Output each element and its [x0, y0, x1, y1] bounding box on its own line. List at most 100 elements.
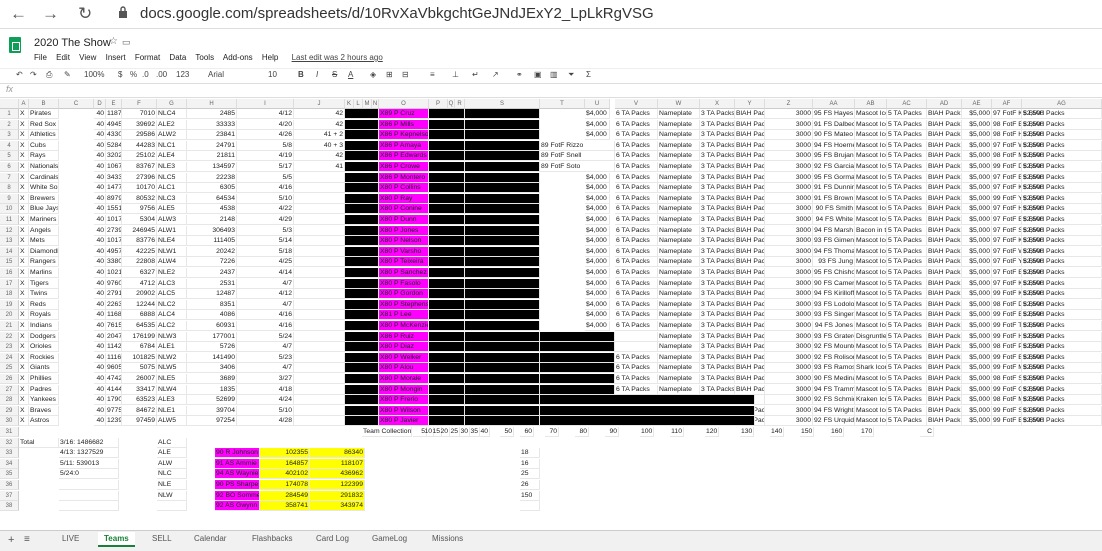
cell[interactable]: X80 P Dunn — [379, 215, 429, 225]
cell[interactable]: 93 FS Singer — [813, 310, 855, 321]
cell[interactable]: NLE3 — [157, 162, 187, 172]
cell[interactable]: 3000 — [765, 342, 813, 353]
cell[interactable]: X — [19, 363, 29, 374]
cell[interactable]: 2148 — [187, 215, 237, 225]
filled-cell[interactable] — [345, 172, 379, 183]
cell[interactable]: Nameplate — [658, 342, 700, 353]
cell[interactable]: 6 TA Packs — [615, 321, 658, 331]
menu-insert[interactable]: Insert — [106, 53, 126, 62]
cell[interactable]: 91 FS Dalbec — [813, 119, 855, 130]
cell[interactable]: 3 TA Packs — [700, 130, 735, 141]
cell[interactable]: $5,000 — [962, 193, 992, 204]
filled-cell[interactable] — [540, 395, 755, 406]
cell[interactable]: 3000 — [765, 395, 813, 406]
cell[interactable]: 42 — [294, 109, 345, 119]
cell[interactable]: 5 BlAH Packs — [1022, 246, 1102, 257]
filled-cell[interactable] — [429, 363, 465, 374]
cell[interactable]: 3000 — [765, 119, 813, 130]
cell[interactable]: 3000 — [765, 299, 813, 310]
cell[interactable]: 5 BlAH Packs — [1022, 321, 1102, 331]
cell[interactable]: 3 TA Packs — [700, 363, 735, 374]
cell[interactable]: 5 BlAH Packs — [1022, 151, 1102, 162]
cell[interactable]: 5 TA Packs — [887, 405, 927, 416]
filled-cell[interactable] — [429, 204, 465, 215]
cell[interactable]: X — [19, 278, 29, 289]
cell[interactable]: 97 FotF Kaline — [992, 278, 1022, 289]
cell[interactable]: BlAH Pack — [735, 289, 765, 300]
cell[interactable]: 5 BlAH Packs — [1022, 342, 1102, 353]
cell[interactable]: 89 FotF Snell — [540, 151, 615, 162]
cell[interactable]: 6305 — [187, 183, 237, 194]
filled-cell[interactable] — [345, 140, 379, 151]
cell[interactable]: $5,000 — [962, 109, 992, 119]
cell[interactable]: 5 TA Packs — [887, 109, 927, 119]
cell[interactable]: 5 TA Packs — [887, 352, 927, 363]
cell[interactable]: 97 FotF Brock — [992, 172, 1022, 183]
cell[interactable]: $5,000 — [962, 289, 992, 300]
cell[interactable]: 97 FotF Wood — [992, 140, 1022, 151]
column-header[interactable]: E — [106, 99, 122, 109]
row-header[interactable]: 31 — [0, 427, 19, 437]
cell[interactable]: 3 TA Packs — [700, 321, 735, 331]
cell[interactable]: X — [19, 204, 29, 215]
cell[interactable]: BlAH Pack — [927, 151, 962, 162]
cell[interactable]: Pirates — [29, 109, 59, 119]
division-label[interactable]: NLC — [157, 469, 187, 480]
cell[interactable]: Mascot Icon — [855, 193, 887, 204]
cell[interactable]: 91 AS Ammie — [215, 458, 260, 469]
menu-file[interactable]: File — [34, 53, 47, 62]
row-header[interactable]: 37 — [0, 490, 19, 501]
cell[interactable]: BlAH Pack — [927, 289, 962, 300]
row-header[interactable]: 20 — [0, 310, 19, 321]
cell[interactable]: 6 TA Packs — [615, 268, 658, 278]
cell[interactable] — [294, 225, 345, 236]
filled-cell[interactable] — [429, 342, 465, 353]
cell[interactable]: 5 TA Packs — [887, 225, 927, 236]
cell[interactable]: 5 TA Packs — [887, 183, 927, 194]
row-header[interactable]: 30 — [0, 416, 19, 427]
cell[interactable] — [294, 299, 345, 310]
column-header[interactable]: G — [157, 99, 187, 109]
row-header[interactable]: 27 — [0, 384, 19, 395]
cell[interactable]: 40 — [94, 310, 106, 321]
cell[interactable]: NLE1 — [157, 405, 187, 416]
cell[interactable]: 94 FS Thomas — [813, 246, 855, 257]
filled-cell[interactable] — [345, 246, 379, 257]
cell[interactable]: X86 P Kepnelson — [379, 130, 429, 141]
cell[interactable]: 5 TA Packs — [887, 278, 927, 289]
column-header[interactable]: N — [372, 99, 379, 109]
cell[interactable]: Nameplate — [658, 151, 700, 162]
cell[interactable]: Marlins — [29, 268, 59, 278]
filled-cell[interactable] — [345, 162, 379, 172]
filled-cell[interactable] — [345, 278, 379, 289]
cell[interactable]: BlAH Pack — [735, 172, 765, 183]
cell[interactable]: 11874 — [106, 109, 122, 119]
cell[interactable]: 5075 — [122, 363, 157, 374]
cell[interactable]: BlAH Pack — [735, 246, 765, 257]
cell[interactable]: $5,000 — [962, 405, 992, 416]
cell[interactable]: 4/19 — [237, 151, 294, 162]
cell[interactable]: Nameplate — [658, 268, 700, 278]
back-icon[interactable]: ← — [10, 4, 27, 24]
cell[interactable]: 64535 — [122, 321, 157, 331]
cell[interactable]: 6 TA Packs — [615, 162, 658, 172]
cell[interactable]: 5 TA Packs — [887, 151, 927, 162]
cell[interactable] — [294, 246, 345, 257]
cell[interactable]: Mascot Icon — [855, 140, 887, 151]
filled-cell[interactable] — [429, 405, 465, 416]
collection-milestone[interactable]: 90 — [605, 427, 619, 437]
cell[interactable]: X80 P Varsho — [379, 246, 429, 257]
cell[interactable] — [294, 405, 345, 416]
cell[interactable]: 33417 — [122, 384, 157, 395]
filled-cell[interactable] — [429, 236, 465, 247]
cell[interactable]: 99 FotF Hershiser — [992, 331, 1022, 342]
cell[interactable]: 3000 — [765, 257, 813, 268]
cell[interactable]: X80 P Fasolo — [379, 278, 429, 289]
cell[interactable]: 3000 — [765, 151, 813, 162]
cell[interactable]: 436962 — [310, 469, 365, 480]
tab-live[interactable]: LIVE — [62, 534, 79, 543]
cell[interactable]: 6 TA Packs — [615, 352, 658, 363]
cell[interactable]: 40 — [94, 193, 106, 204]
cell[interactable]: 40 — [94, 236, 106, 247]
cell[interactable]: $4,000 — [585, 215, 610, 225]
